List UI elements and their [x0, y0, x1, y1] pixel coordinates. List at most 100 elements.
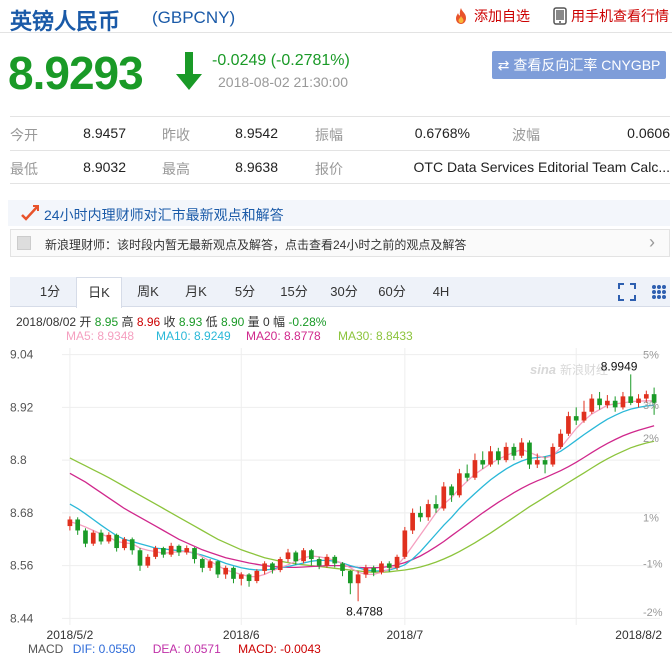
current-price: 8.9293 — [8, 47, 144, 99]
kline-chart[interactable]: sina 新浪财经 9.048.928.88.688.568.445%3%2%1… — [0, 340, 672, 640]
pct-tick-label: 3% — [643, 400, 659, 412]
stat-label: 振幅 — [315, 127, 343, 143]
candle-body — [558, 433, 563, 447]
macd-dif: DIF: 0.0550 — [72, 642, 136, 656]
arrow-down-icon — [176, 52, 202, 90]
currency-code: (GBPCNY) — [152, 8, 236, 27]
tab-weekly[interactable]: 周K — [126, 277, 170, 307]
tab-5min[interactable]: 5分 — [224, 277, 266, 307]
candle-body — [223, 567, 229, 575]
candle-body — [636, 398, 641, 403]
x-tick-label: 2018/8/2 — [615, 628, 662, 640]
candle-body — [285, 552, 291, 560]
candle-body — [332, 556, 338, 564]
candle-body — [176, 545, 182, 553]
phone-icon — [553, 7, 567, 25]
candle-body — [301, 550, 306, 562]
reverse-rate-label: 查看反向汇率 CNYGBP — [513, 57, 661, 73]
candle-body — [355, 574, 361, 584]
candle-body — [207, 561, 213, 568]
macd-value: MACD: -0.0043 — [238, 642, 321, 656]
candle-body — [527, 442, 532, 465]
avatar — [17, 236, 31, 250]
macd-title: MACD — [28, 642, 64, 656]
stat-label: 今开 — [10, 127, 38, 143]
quote-timestamp: 2018-08-02 21:30:00 — [218, 74, 348, 90]
reverse-rate-button[interactable]: ⇄ 查看反向汇率 CNYGBP — [492, 51, 666, 79]
y-tick-label: 8.56 — [10, 559, 34, 573]
tab-60min[interactable]: 60分 — [370, 277, 414, 307]
ohlc-vol: 0 — [263, 315, 270, 329]
candle-body — [168, 545, 174, 555]
candle-body — [589, 398, 595, 412]
candle-body — [573, 416, 579, 421]
macd-legend: MACD DIF: 0.0550 DEA: 0.0571 MACD: -0.00… — [28, 642, 321, 656]
advisor-title: 24小时内理财师对汇市最新观点和解答 — [44, 207, 284, 223]
candle-body — [605, 400, 610, 406]
stat-value: OTC Data Services Editorial Team Calc... — [413, 159, 671, 175]
candle-body — [457, 473, 462, 496]
add-favorite-label: 添加自选 — [474, 8, 530, 24]
candle-body — [566, 416, 571, 434]
candle-body — [106, 534, 112, 542]
y-tick-label: 8.68 — [10, 506, 34, 520]
candle-body — [238, 574, 244, 579]
candle-body — [480, 460, 486, 465]
fire-icon — [456, 8, 466, 24]
stat-label: 报价 — [315, 161, 343, 177]
candle-body — [363, 567, 369, 575]
candle-body — [449, 486, 454, 496]
ohlc-vol-label: 量 — [247, 315, 260, 329]
candle-body — [67, 519, 73, 527]
candle-body — [347, 570, 353, 584]
candle-body — [519, 442, 525, 456]
candle-body — [199, 559, 205, 568]
fullscreen-icon[interactable] — [618, 283, 636, 301]
tab-15min[interactable]: 15分 — [272, 277, 316, 307]
candle-body — [262, 563, 267, 571]
trend-icon — [21, 205, 39, 221]
candle-body — [277, 559, 283, 571]
candle-body — [495, 451, 501, 461]
advisor-header[interactable]: 24小时内理财师对汇市最新观点和解答 — [8, 200, 670, 226]
advisor-message[interactable]: 新浪理财师：该时段内暂无最新观点及解答，点击查看24小时之前的观点及解答 › — [10, 229, 670, 257]
x-tick-label: 2018/7 — [386, 628, 423, 640]
chevron-right-icon[interactable]: › — [649, 232, 655, 253]
stat-value: 8.9542 — [235, 125, 278, 141]
candle-body — [122, 539, 127, 549]
y-tick-label: 8.44 — [10, 611, 34, 625]
tab-monthly[interactable]: 月K — [174, 277, 218, 307]
stat-label: 波幅 — [512, 127, 540, 143]
period-tabs: 1分 日K 周K 月K 5分 15分 30分 60分 4H — [10, 277, 670, 308]
mobile-view-button[interactable]: 用手机查看行情 — [553, 6, 669, 26]
ohlc-readout: 2018/08/02 开 8.95 高 8.96 收 8.93 低 8.90 量… — [16, 313, 326, 330]
add-favorite-button[interactable]: 添加自选 — [452, 6, 530, 26]
stat-label: 昨收 — [162, 127, 190, 143]
tab-4h[interactable]: 4H — [420, 277, 462, 307]
pct-tick-label: 5% — [643, 350, 659, 362]
stat-value: 8.9457 — [83, 125, 126, 141]
pct-tick-label: 2% — [643, 433, 659, 445]
stats-row-2: 最低 8.9032 最高 8.9638 报价 OTC Data Services… — [10, 150, 670, 184]
candle-body — [137, 550, 143, 566]
tab-1min[interactable]: 1分 — [28, 277, 72, 307]
y-tick-label: 8.8 — [10, 453, 27, 467]
candle-body — [145, 556, 151, 566]
header-divider — [0, 32, 672, 33]
candle-body — [503, 446, 509, 461]
stat-label: 最低 — [10, 161, 38, 177]
stat-value: 0.6768% — [414, 125, 470, 141]
candle-body — [394, 556, 400, 568]
candle-body — [620, 396, 626, 408]
x-tick-label: 2018/6 — [223, 628, 260, 640]
mobile-view-label: 用手机查看行情 — [571, 8, 669, 24]
candle-body — [215, 561, 221, 575]
tab-daily[interactable]: 日K — [76, 277, 122, 308]
y-tick-label: 8.92 — [10, 400, 34, 414]
ohlc-amp: -0.28% — [288, 315, 327, 329]
candle-body — [184, 548, 190, 553]
settings-icon[interactable] — [650, 283, 668, 301]
candle-body — [254, 570, 260, 582]
tab-30min[interactable]: 30分 — [322, 277, 366, 307]
pct-tick-label: 1% — [643, 512, 659, 524]
